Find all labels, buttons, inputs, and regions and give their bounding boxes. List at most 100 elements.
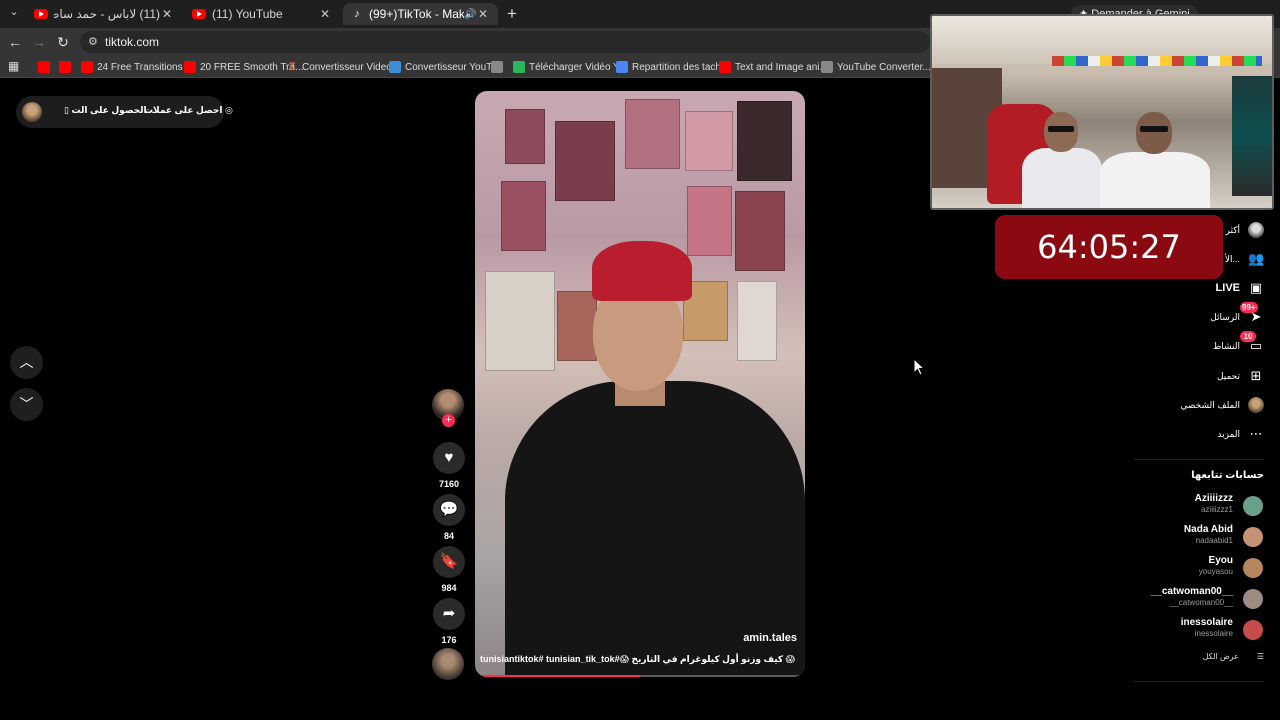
- video-player[interactable]: amin.tales tunisiantiktok# tunisian_tik_…: [475, 91, 805, 677]
- heart-icon[interactable]: ♥: [433, 442, 465, 474]
- nav-item-profile[interactable]: الملف الشخصي: [1180, 397, 1264, 413]
- bookmark[interactable]: [491, 59, 507, 75]
- save-count: 984: [441, 583, 457, 593]
- site-info-icon[interactable]: ⚙: [88, 35, 98, 48]
- previous-video-button[interactable]: ︿: [10, 346, 43, 379]
- forward-arrow-icon[interactable]: →: [30, 33, 48, 51]
- url-text: tiktok.com: [105, 35, 160, 49]
- music-disc-icon[interactable]: [432, 648, 464, 680]
- get-coins-button[interactable]: احصل على عملات ◎: [144, 105, 233, 116]
- video-username[interactable]: amin.tales: [743, 632, 797, 644]
- nav-item-more[interactable]: المزيد ⋯: [1217, 426, 1264, 442]
- bookmark-label: Convertisseur YouT...: [405, 61, 500, 73]
- wall-poster: [687, 186, 732, 256]
- comment-icon[interactable]: 💬: [433, 494, 465, 526]
- wall-poster: [557, 291, 597, 361]
- avatar[interactable]: [22, 102, 42, 122]
- following-account[interactable]: Nada Abid nadaabid1: [1103, 524, 1263, 550]
- globe-icon: [821, 61, 833, 73]
- wall-poster: [737, 101, 792, 181]
- following-account[interactable]: Eyou youyasou: [1103, 555, 1263, 581]
- youtube-icon: [59, 61, 71, 73]
- account-handle: inessolaire: [1194, 629, 1233, 638]
- video-progress-fill: [475, 675, 640, 677]
- chevron-down-icon: ﹀: [19, 396, 34, 412]
- bookmark[interactable]: [59, 59, 75, 75]
- live-tv-icon: ▣: [1249, 280, 1263, 295]
- account-handle: aziiiizzz1: [1200, 505, 1233, 514]
- wall-stickers: [485, 271, 555, 371]
- reload-icon[interactable]: ↻: [54, 33, 72, 51]
- nav-label: النشاط: [1212, 340, 1240, 351]
- wall-poster: [685, 111, 733, 171]
- avatar: [1243, 527, 1263, 547]
- nav-item-upload[interactable]: تحميل ⊞: [1217, 368, 1264, 384]
- bookmark[interactable]: YouTube Converter...: [821, 59, 931, 75]
- account-name: Eyou: [1208, 555, 1233, 566]
- nav-item-messages[interactable]: الرسائل ➤ 99+: [1210, 302, 1264, 325]
- back-arrow-icon[interactable]: ←: [6, 33, 24, 51]
- apps-grid-icon[interactable]: ▦: [8, 59, 19, 73]
- tab-youtube[interactable]: (11) YouTube ✕: [184, 3, 340, 25]
- follow-plus-icon[interactable]: +: [442, 414, 455, 427]
- webcam-sunglasses: [1048, 126, 1074, 132]
- video-progress-bar[interactable]: [475, 675, 805, 677]
- close-icon[interactable]: ✕: [318, 7, 332, 21]
- bookmark[interactable]: Z Convertisseur Video...: [286, 59, 401, 75]
- see-all-button[interactable]: عرض الكل ☰: [1203, 652, 1264, 661]
- nav-item-live[interactable]: LIVE ▣: [1216, 280, 1264, 296]
- nav-item-activity[interactable]: النشاط ▭ 10: [1212, 331, 1264, 354]
- following-section-title: حسابات تتابعها: [1191, 470, 1264, 481]
- bookmark[interactable]: Convertisseur YouT...: [389, 59, 500, 75]
- avatar: [1243, 558, 1263, 578]
- bookmark[interactable]: Télécharger Vidéo Y...: [513, 59, 627, 75]
- following-account[interactable]: inessolaire inessolaire: [1103, 617, 1263, 643]
- share-icon[interactable]: ➦: [433, 598, 465, 630]
- tab-title: (99+)TikTok - Make Your Da: [369, 7, 464, 21]
- nav-item-following[interactable]: الأ... 👥: [1225, 251, 1264, 267]
- bookmark[interactable]: 24 Free Transitions f...: [81, 59, 197, 75]
- bookmark[interactable]: [38, 59, 54, 75]
- avatar: [1243, 589, 1263, 609]
- activity-badge: 10: [1240, 331, 1256, 342]
- close-icon[interactable]: ✕: [160, 7, 174, 21]
- following-account[interactable]: __catwoman00__ __catwoman00__: [1103, 586, 1263, 612]
- like-count: 7160: [438, 479, 460, 489]
- tab-youtube-video[interactable]: (11) لاباس - حمد ساطور أقوى كذ ✕: [26, 3, 182, 25]
- address-bar[interactable]: ⚙ tiktok.com: [80, 31, 930, 53]
- webcam-flags: [1052, 56, 1262, 66]
- share-count: 176: [441, 635, 457, 645]
- z-icon: Z: [288, 61, 296, 73]
- bookmark-icon[interactable]: 🔖: [433, 546, 465, 578]
- wall-poster: [625, 99, 680, 169]
- friends-icon: 👥: [1248, 251, 1265, 266]
- bookmark-label: Repartition des tach...: [632, 61, 730, 73]
- tab-search-icon[interactable]: ⌄: [6, 5, 22, 23]
- save-action[interactable]: 🔖 984: [432, 546, 466, 593]
- tab-title: (11) YouTube: [212, 7, 283, 21]
- account-name: inessolaire: [1180, 617, 1233, 628]
- nav-label: الرسائل: [1210, 311, 1240, 322]
- converter-icon: [389, 61, 401, 73]
- like-action[interactable]: ♥ 7160: [432, 442, 466, 489]
- get-app-button[interactable]: ▯ الحصول على الت...: [64, 105, 154, 116]
- nav-item-foryou[interactable]: أكثر: [1226, 222, 1264, 238]
- next-video-button[interactable]: ﹀: [10, 388, 43, 421]
- following-account[interactable]: Aziiiizzz aziiiizzz1: [1103, 493, 1263, 519]
- bookmark[interactable]: Text and Image ani...: [719, 59, 828, 75]
- person-cap: [592, 241, 692, 301]
- divider: [1134, 459, 1264, 460]
- close-icon[interactable]: ✕: [476, 7, 490, 21]
- youtube-icon: [81, 61, 93, 73]
- bookmark-label: Télécharger Vidéo Y...: [529, 61, 627, 73]
- comment-count: 84: [443, 531, 454, 541]
- comment-action[interactable]: 💬 84: [432, 494, 466, 541]
- share-action[interactable]: ➦ 176: [432, 598, 466, 645]
- plus-square-icon: ⊞: [1250, 368, 1262, 383]
- tab-tiktok[interactable]: ♪ (99+)TikTok - Make Your Da 🔊 ✕: [343, 3, 498, 25]
- new-tab-button[interactable]: +: [502, 4, 522, 24]
- nav-label: تحميل: [1216, 370, 1240, 381]
- wall-poster: [501, 181, 546, 251]
- bookmark[interactable]: Repartition des tach...: [616, 59, 729, 75]
- speaker-icon[interactable]: 🔊: [464, 9, 476, 20]
